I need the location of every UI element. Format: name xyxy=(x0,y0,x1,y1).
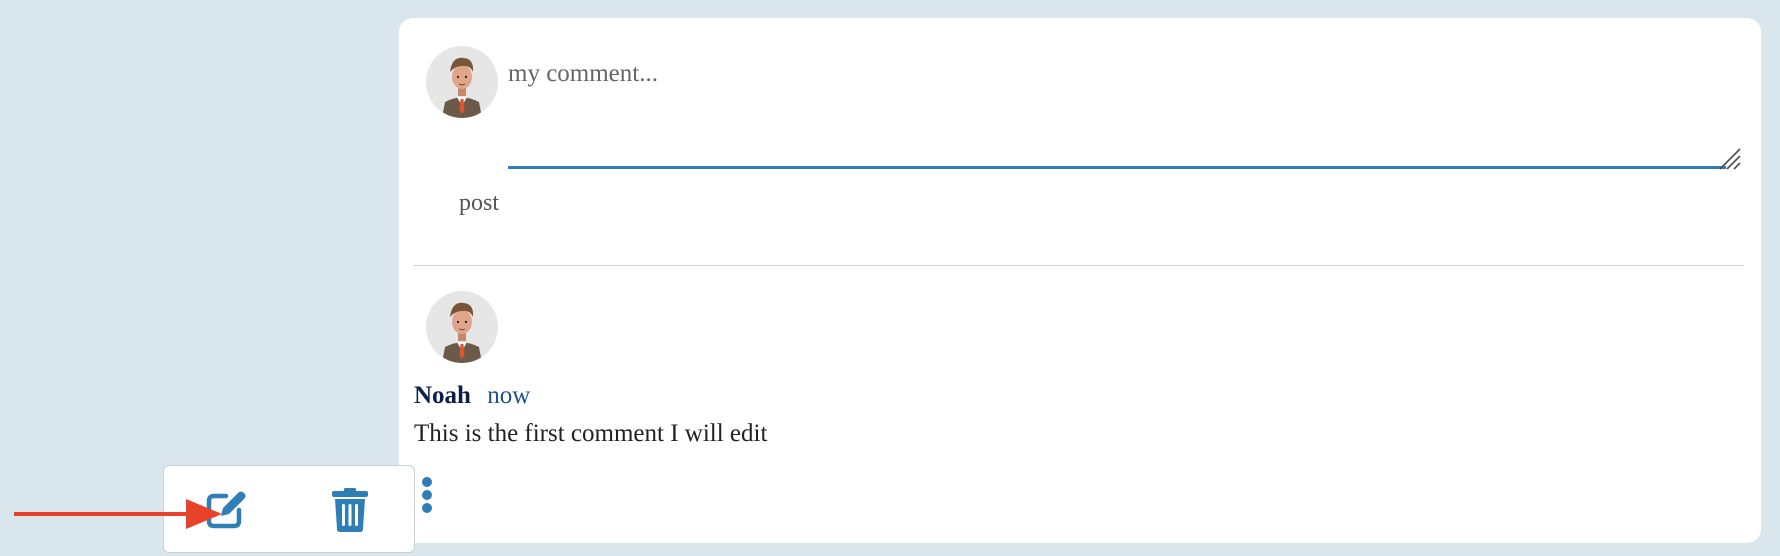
annotation-arrow-icon xyxy=(14,499,222,529)
comment-author-avatar xyxy=(426,291,498,363)
comment-header: Noah now xyxy=(414,382,530,410)
divider xyxy=(414,265,1744,266)
comment-author: Noah xyxy=(414,382,471,409)
more-options-icon[interactable] xyxy=(420,477,434,517)
comment-timestamp: now xyxy=(487,382,531,409)
post-button[interactable]: post xyxy=(459,190,499,217)
comment-input[interactable] xyxy=(508,54,1726,169)
user-avatar xyxy=(426,46,498,118)
comment-card: post Noah now This is the first comment … xyxy=(399,18,1761,543)
delete-icon[interactable] xyxy=(332,488,368,532)
comment-body: This is the first comment I will edit xyxy=(414,420,768,447)
resize-handle-icon[interactable] xyxy=(1716,145,1744,173)
